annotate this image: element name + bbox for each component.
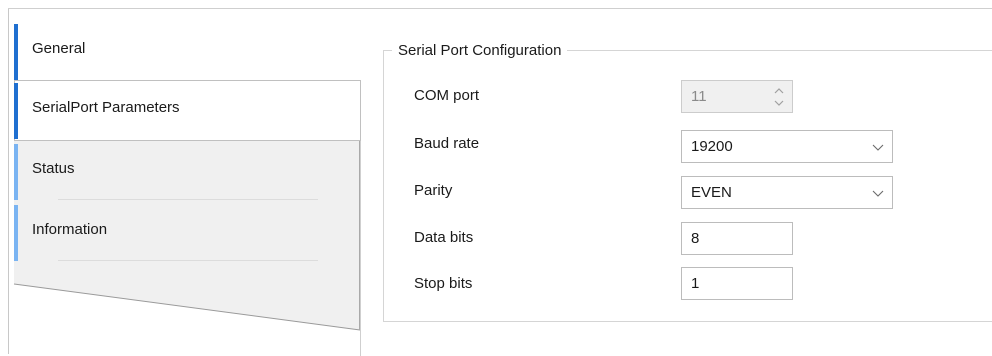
nav-item-information[interactable]: Information [14,203,360,263]
stop-bits-value: 1 [691,275,700,292]
parity-label: Parity [414,182,453,199]
data-bits-value: 8 [691,230,700,247]
data-bits-label: Data bits [414,229,474,246]
parity-select[interactable]: EVEN [681,176,893,209]
nav-item-serialport-parameters[interactable]: SerialPort Parameters [14,81,360,141]
stop-bits-label: Stop bits [414,275,473,292]
nav-item-status[interactable]: Status [14,142,360,202]
chevron-down-icon [872,144,884,151]
nav-separator [58,199,318,200]
nav-accent-bar [14,144,18,200]
chevron-down-icon [872,190,884,197]
baud-rate-select[interactable]: 19200 [681,130,893,163]
parity-value: EVEN [691,184,732,201]
com-port-spinbox[interactable]: 11 [681,80,793,113]
nav-accent-bar [14,24,18,80]
spin-updown-icon[interactable] [772,84,786,110]
group-title: Serial Port Configuration [392,42,568,59]
nav-item-general[interactable]: General [14,22,360,82]
nav-item-label: General [32,40,86,57]
stop-bits-input[interactable]: 1 [681,267,793,300]
baud-rate-value: 19200 [691,138,733,155]
nav-accent-bar [14,205,18,261]
com-port-label: COM port [414,87,480,104]
nav-item-label: Status [32,160,75,177]
nav-item-label: SerialPort Parameters [32,99,180,116]
nav-separator [58,260,318,261]
nav-accent-bar [14,83,18,139]
baud-rate-label: Baud rate [414,135,480,152]
nav-item-label: Information [32,221,108,238]
com-port-value: 11 [691,88,707,105]
data-bits-input[interactable]: 8 [681,222,793,255]
